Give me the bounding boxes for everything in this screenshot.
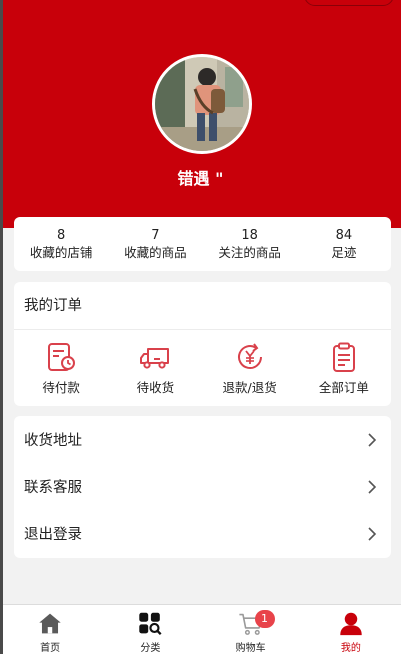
tab-label: 分类 bbox=[140, 643, 161, 654]
stat-count: 18 bbox=[241, 227, 258, 243]
refund-icon bbox=[237, 342, 262, 369]
order-pending-payment[interactable]: 待付款 bbox=[14, 341, 108, 396]
tab-label: 购物车 bbox=[235, 643, 266, 654]
chevron-right-icon bbox=[368, 432, 377, 447]
stat-label: 足迹 bbox=[331, 244, 357, 260]
window-edge bbox=[0, 0, 3, 654]
bottom-tab-bar: 首页 分类 1 购物车 我的 bbox=[0, 604, 401, 654]
profile-header: 错遇 " bbox=[0, 0, 401, 228]
stat-favorite-products[interactable]: 7 收藏的商品 bbox=[108, 217, 202, 271]
delivery-truck-icon bbox=[140, 347, 170, 369]
menu-label: 收货地址 bbox=[24, 433, 82, 449]
stat-footprints[interactable]: 84 足迹 bbox=[297, 217, 391, 271]
avatar[interactable] bbox=[152, 54, 252, 154]
order-all[interactable]: 全部订单 bbox=[297, 341, 391, 396]
order-pending-receipt[interactable]: 待收货 bbox=[108, 341, 202, 396]
header-action-button[interactable] bbox=[304, 0, 394, 6]
pending-payment-icon bbox=[48, 342, 76, 371]
stat-count: 8 bbox=[56, 227, 66, 243]
menu-label: 联系客服 bbox=[24, 480, 82, 496]
order-item-label: 待收货 bbox=[136, 379, 175, 395]
stat-count: 7 bbox=[151, 227, 160, 243]
settings-menu: 收货地址 联系客服 退出登录 bbox=[14, 416, 391, 558]
cart-badge: 1 bbox=[254, 610, 275, 628]
order-item-label: 退款/退货 bbox=[222, 379, 277, 395]
menu-logout[interactable]: 退出登录 bbox=[14, 510, 391, 557]
clipboard-icon bbox=[332, 342, 355, 372]
tab-category[interactable]: 分类 bbox=[100, 605, 200, 654]
stat-label: 关注的商品 bbox=[218, 244, 281, 260]
stat-label: 收藏的商品 bbox=[124, 244, 187, 260]
order-item-label: 全部订单 bbox=[318, 379, 369, 395]
menu-shipping-address[interactable]: 收货地址 bbox=[14, 416, 391, 463]
menu-contact-service[interactable]: 联系客服 bbox=[14, 463, 391, 510]
menu-label: 退出登录 bbox=[24, 527, 82, 543]
stat-label: 收藏的店铺 bbox=[29, 244, 93, 260]
category-icon bbox=[139, 612, 162, 636]
tab-cart[interactable]: 1 购物车 bbox=[201, 605, 301, 654]
home-icon bbox=[39, 613, 61, 634]
person-icon bbox=[340, 612, 362, 636]
stats-bar: 8 收藏的店铺 7 收藏的商品 18 关注的商品 84 足迹 bbox=[14, 217, 391, 271]
tab-label: 首页 bbox=[40, 643, 61, 654]
profile-page: 错遇 " 8 收藏的店铺 7 收藏的商品 18 关注的商品 84 足迹 我的订单 bbox=[0, 0, 401, 654]
order-refund[interactable]: 退款/退货 bbox=[203, 341, 297, 396]
stat-favorite-stores[interactable]: 8 收藏的店铺 bbox=[14, 217, 108, 271]
my-orders-card: 我的订单 待付款 待收货 退款/退货 全部订单 bbox=[14, 282, 391, 406]
username: 错遇 " bbox=[177, 169, 224, 188]
chevron-right-icon bbox=[368, 479, 377, 494]
tab-home[interactable]: 首页 bbox=[0, 605, 100, 654]
order-status-row: 待付款 待收货 退款/退货 全部订单 bbox=[14, 330, 391, 406]
stat-count: 84 bbox=[335, 227, 353, 243]
orders-title: 我的订单 bbox=[14, 282, 391, 330]
stat-followed-products[interactable]: 18 关注的商品 bbox=[203, 217, 297, 271]
chevron-right-icon bbox=[368, 526, 377, 541]
order-item-label: 待付款 bbox=[42, 379, 80, 395]
tab-label: 我的 bbox=[340, 643, 361, 654]
tab-mine[interactable]: 我的 bbox=[301, 605, 401, 654]
